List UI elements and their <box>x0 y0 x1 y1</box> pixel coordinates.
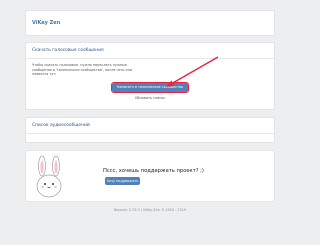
red-arrow-annotation <box>166 56 219 87</box>
